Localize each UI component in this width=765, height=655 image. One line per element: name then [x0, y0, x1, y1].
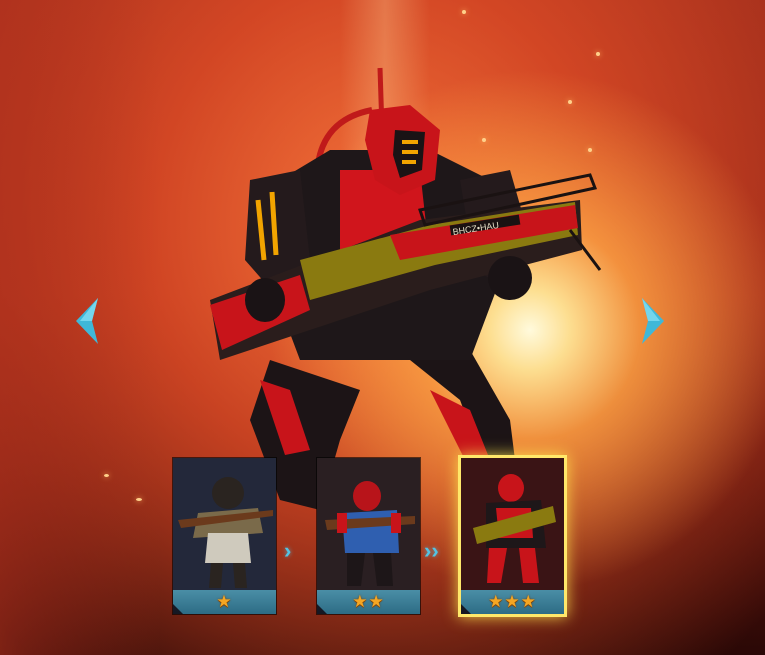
ember-spark	[136, 498, 142, 501]
soldier-tier2-icon	[317, 458, 420, 590]
tier-card-2[interactable]: ★★	[317, 458, 420, 614]
star-rating-bar: ★★★	[461, 590, 564, 614]
ember-spark	[596, 52, 600, 56]
chevron-right-icon	[642, 298, 664, 344]
star-rating: ★★	[352, 592, 385, 611]
soldier-tier3-icon	[461, 458, 564, 590]
game-scene: BHCZ•HAU ★ ★★ ★★★ › ››	[0, 0, 765, 655]
star-rating: ★★★	[488, 592, 537, 611]
tier-card-1[interactable]: ★	[173, 458, 276, 614]
chevron-left-icon	[76, 298, 98, 344]
ember-spark	[104, 474, 109, 477]
star-rating-bar: ★	[173, 590, 276, 614]
tier-card-3-selected[interactable]: ★★★	[458, 455, 567, 617]
soldier-tier1-icon	[173, 458, 276, 590]
ember-spark	[462, 10, 466, 14]
star-rating-bar: ★★	[317, 590, 420, 614]
star-rating: ★	[216, 592, 233, 611]
previous-hero-arrow[interactable]	[72, 296, 100, 346]
tier-connector-double-chevron: ››	[424, 538, 439, 563]
tier-connector-chevron: ›	[284, 538, 292, 563]
next-hero-arrow[interactable]	[640, 296, 668, 346]
